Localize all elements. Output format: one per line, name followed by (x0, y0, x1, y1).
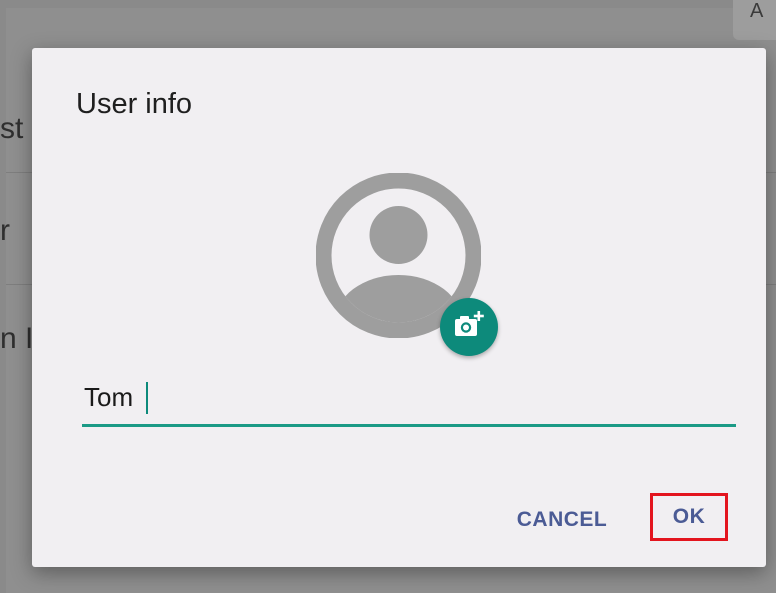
ok-button[interactable]: OK (650, 493, 728, 541)
add-a-photo-icon[interactable] (440, 298, 498, 356)
cancel-button[interactable]: CANCEL (504, 498, 620, 542)
user-info-dialog: User info CANCEL OK (32, 48, 766, 567)
name-field-underline (82, 424, 736, 427)
background-row-text-1: st (0, 112, 24, 145)
text-caret (146, 382, 148, 414)
background-top-chip-text: A (750, 0, 764, 22)
name-field[interactable] (82, 368, 738, 428)
background-row-text-3: n I (0, 322, 34, 355)
name-input[interactable] (82, 368, 738, 426)
background-row-text-2: r (0, 214, 10, 247)
dialog-title: User info (76, 88, 193, 120)
